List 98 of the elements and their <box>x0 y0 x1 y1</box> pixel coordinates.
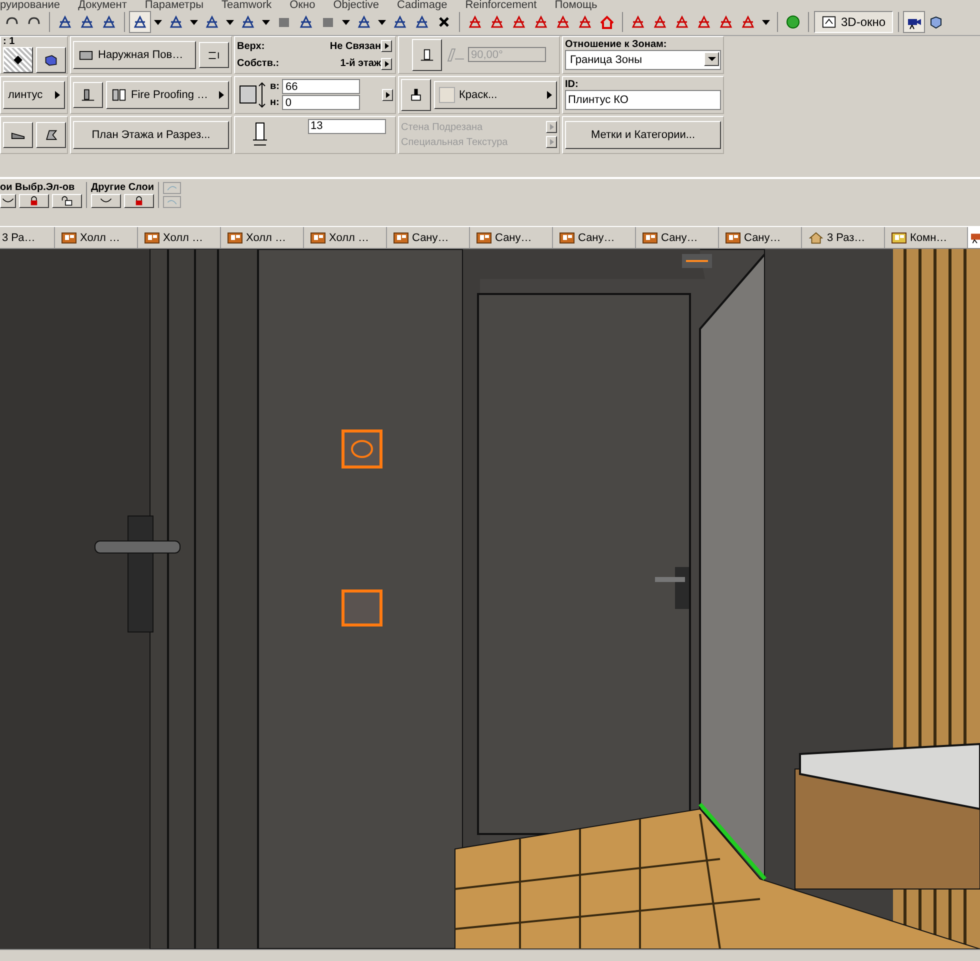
unlock-icon <box>60 195 74 206</box>
angle-icon <box>445 46 465 63</box>
unlock-button[interactable] <box>52 194 82 208</box>
wedge-button[interactable] <box>2 122 32 148</box>
caret-icon[interactable] <box>154 20 162 25</box>
menu-item[interactable]: Параметры <box>144 0 204 10</box>
3d-window-button[interactable]: 3D-окно <box>814 11 893 34</box>
home-story-value: 1-й этаж <box>339 58 381 70</box>
box-icon <box>43 53 59 68</box>
view-tab[interactable]: 3 Раз… <box>802 227 885 248</box>
slant-button[interactable] <box>412 38 442 71</box>
menu-item[interactable]: Teamwork <box>222 0 272 10</box>
room-icon <box>61 232 77 244</box>
wall-icon <box>419 48 435 62</box>
view-tab[interactable] <box>968 227 980 248</box>
scale-label: : 1 <box>3 36 16 48</box>
option-label: Специальная Текстура <box>401 136 508 148</box>
material-icon <box>111 88 127 102</box>
menu-item[interactable]: Окно <box>290 0 316 10</box>
redo-icon <box>165 183 180 192</box>
offset-label: н: <box>270 97 280 108</box>
pen-settings-button[interactable] <box>3 47 33 74</box>
layer-visibility-button[interactable] <box>91 194 121 208</box>
view-tab[interactable]: Сану… <box>719 227 802 248</box>
tags-categories-button[interactable]: Метки и Категории... <box>565 120 721 149</box>
caret-icon[interactable] <box>342 20 350 25</box>
lock-button[interactable] <box>124 194 154 208</box>
height-label: в: <box>270 81 280 92</box>
arrow-button[interactable] <box>546 121 557 134</box>
menu-item[interactable]: Objective <box>333 0 380 10</box>
view-tab[interactable]: Холл … <box>55 227 138 248</box>
lock-button[interactable] <box>19 194 49 208</box>
arrow-button[interactable] <box>382 88 393 101</box>
chamfer-button[interactable] <box>36 122 66 148</box>
view-tab[interactable]: Сану… <box>636 227 719 248</box>
option-label: Стена Подрезана <box>401 122 483 133</box>
room-icon <box>227 232 243 244</box>
view-tab[interactable]: Сану… <box>387 227 470 248</box>
room-icon <box>393 232 409 244</box>
camera-icon[interactable] <box>904 12 924 32</box>
zone-relation-label: Отношение к Зонам: <box>565 39 668 50</box>
menu-item[interactable]: руирование <box>0 0 60 10</box>
view-tab[interactable]: Холл … <box>138 227 221 248</box>
building-material-button[interactable]: Fire Proofing … <box>106 80 229 109</box>
view-tab[interactable]: Комн… <box>885 227 968 248</box>
arrow-button[interactable] <box>546 136 557 148</box>
house-icon <box>808 232 824 244</box>
id-field[interactable]: Плинтус КО <box>565 90 721 110</box>
view-tab[interactable]: 3 Ра… <box>0 227 55 248</box>
swap-sides-button[interactable] <box>199 42 229 68</box>
reference-line-button[interactable] <box>73 82 103 108</box>
layer-visibility-button[interactable] <box>0 194 16 208</box>
arrow-button[interactable] <box>381 58 392 70</box>
height-field[interactable]: 66 <box>282 79 360 94</box>
arrow-icon <box>547 90 552 99</box>
caret-icon[interactable] <box>378 20 386 25</box>
3d-element-button[interactable] <box>36 47 66 74</box>
arrow-icon <box>55 90 60 99</box>
zone-relation-dropdown[interactable]: Граница Зоны <box>565 50 721 70</box>
top-value: Не Связан <box>328 40 381 52</box>
view-tab[interactable]: Сану… <box>553 227 636 248</box>
view-tab[interactable]: Холл … <box>304 227 387 248</box>
id-label: ID: <box>565 79 580 90</box>
menu-item[interactable]: Cadimage <box>397 0 448 10</box>
undo-icon <box>165 197 180 206</box>
surface-button[interactable]: Наружная Пов… <box>73 40 196 69</box>
reference-line-icon <box>80 88 96 102</box>
arrow-button[interactable] <box>381 40 392 52</box>
view-tab[interactable]: Сану… <box>470 227 553 248</box>
caret-icon[interactable] <box>190 20 198 25</box>
room-icon <box>476 232 492 244</box>
layer-group-label: ои Выбр.Эл-ов <box>0 182 76 193</box>
room-icon <box>310 232 326 244</box>
menu-item[interactable]: Документ <box>78 0 127 10</box>
room-icon <box>891 232 907 244</box>
offset-field[interactable]: 0 <box>282 95 360 110</box>
camera-icon <box>969 232 980 244</box>
paint-brush-button[interactable] <box>401 78 431 111</box>
top-label: Верх: <box>237 40 266 52</box>
color-swatch <box>439 86 455 103</box>
layer-group-label: Другие Слои <box>91 182 154 193</box>
room-icon <box>642 232 658 244</box>
paint-button[interactable]: Краск... <box>434 80 557 109</box>
menu-item[interactable]: Помощь <box>554 0 598 10</box>
view-tab[interactable]: Холл … <box>221 227 304 248</box>
caret-icon[interactable] <box>262 20 270 25</box>
menu-item[interactable]: Reinforcement <box>465 0 537 10</box>
home-story-label: Собств.: <box>237 58 280 70</box>
profile-button[interactable]: линтус <box>3 80 65 109</box>
caret-icon[interactable] <box>226 20 234 25</box>
window-icon <box>821 15 837 30</box>
floor-plan-section-button[interactable]: План Этажа и Разрез... <box>73 120 229 149</box>
thickness-field[interactable]: 13 <box>308 118 386 134</box>
room-icon <box>559 232 575 244</box>
arrow-icon <box>219 90 224 99</box>
caret-icon[interactable] <box>762 20 770 25</box>
room-icon <box>725 232 741 244</box>
room-icon <box>144 232 160 244</box>
